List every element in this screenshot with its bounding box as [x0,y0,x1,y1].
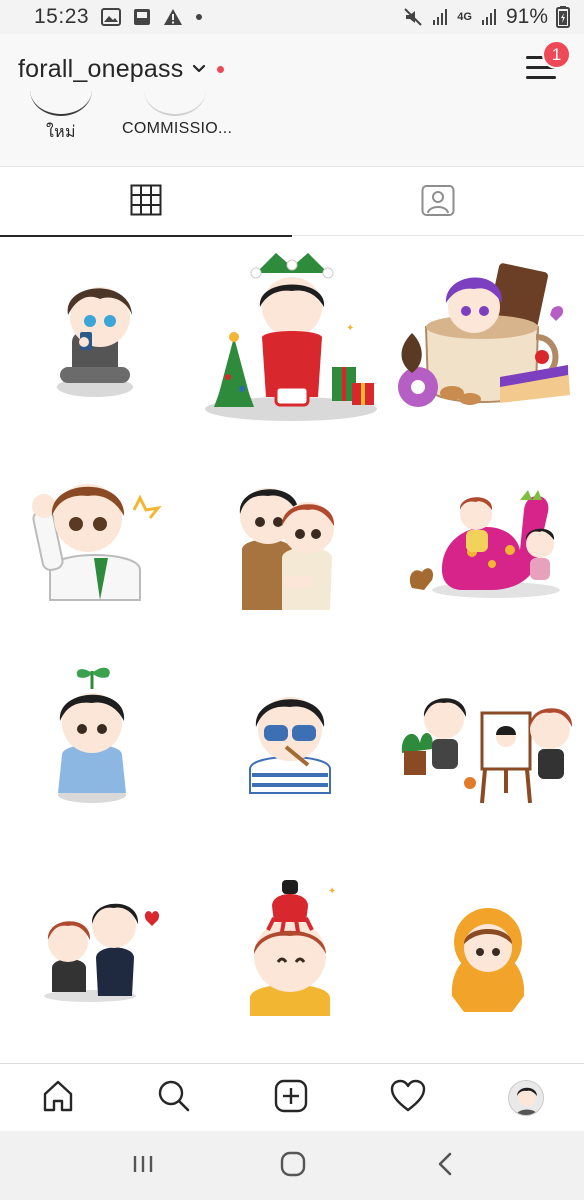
status-bar: 15:23 4G 91% [0,0,584,34]
post-2[interactable]: ✦ [196,237,389,437]
add-square-icon [274,1079,308,1118]
tab-grid[interactable] [0,168,292,237]
post-11[interactable]: ✦ [196,846,389,1046]
recents-icon [131,1154,155,1179]
avatar [508,1080,544,1116]
search-button[interactable] [154,1078,194,1118]
grid-icon [130,184,162,221]
post-7[interactable] [0,643,193,843]
post-12[interactable] [392,846,584,1046]
new-post-button[interactable] [271,1078,311,1118]
mute-icon [403,7,423,27]
post-3[interactable] [392,237,584,437]
battery-icon [556,6,570,28]
gallery-icon [133,8,151,26]
android-home-button[interactable] [278,1151,308,1181]
post-4[interactable] [0,440,193,640]
post-6[interactable] [392,440,584,640]
post-10[interactable] [0,846,193,1046]
highlight-label: ใหม่ [46,124,76,141]
network-type: 4G [457,10,472,23]
post-9[interactable] [392,643,584,843]
signal-icon [480,8,498,26]
posts-grid: ✦ ✦ [0,237,584,1063]
post-14-partial[interactable] [196,1049,389,1063]
back-icon [436,1152,454,1181]
image-icon [101,8,122,26]
post-5[interactable] [196,440,389,640]
post-1[interactable] [0,237,193,437]
search-icon [157,1079,191,1118]
heart-icon [390,1079,426,1118]
signal-icon [431,8,449,26]
post-8[interactable] [196,643,389,843]
home-button[interactable] [38,1078,78,1118]
unread-dot [217,65,225,73]
post-13-partial[interactable] [0,1049,193,1063]
home-circle-icon [280,1151,306,1182]
warning-icon [163,8,183,26]
recents-button[interactable] [128,1151,158,1181]
profile-tabs [0,168,584,237]
notification-badge: 1 [542,40,571,69]
tab-tagged[interactable] [292,168,584,236]
activity-button[interactable] [388,1078,428,1118]
svg-text:✦: ✦ [346,323,354,334]
status-time: 15:23 [34,5,90,28]
dot-icon [195,13,203,21]
svg-text:✦: ✦ [328,886,336,897]
android-nav-bar [0,1131,584,1200]
tagged-person-icon [421,183,455,222]
highlight-label: COMMISSIO... [122,120,233,137]
profile-button[interactable] [506,1078,546,1118]
home-icon [41,1079,75,1118]
back-button[interactable] [430,1151,460,1181]
battery-percent: 91% [505,5,548,28]
story-highlights: ใหม่ COMMISSIO... [0,104,584,167]
bottom-nav [0,1063,584,1131]
post-15-partial[interactable] [392,1049,584,1063]
